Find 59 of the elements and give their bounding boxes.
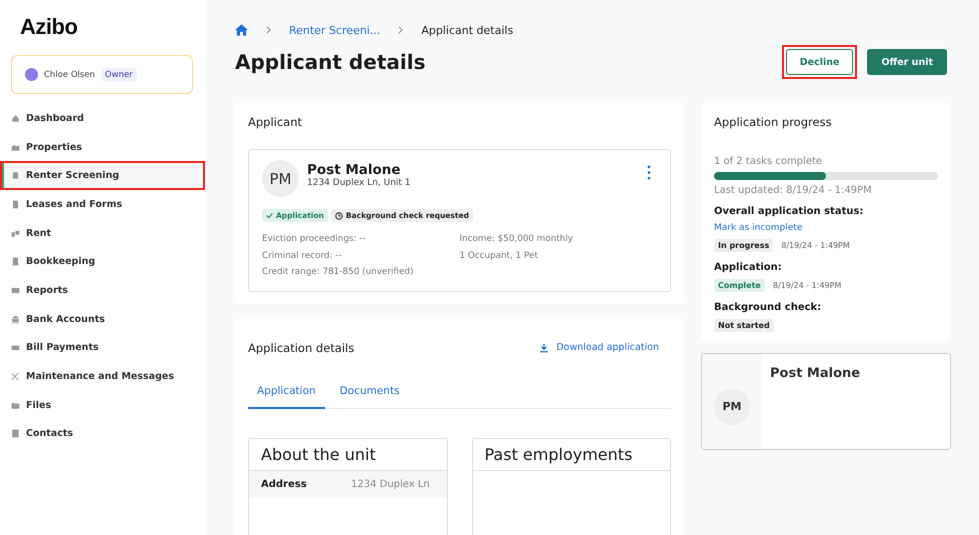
logo: Azibo: [20, 14, 78, 40]
nav-item[interactable]: Bank Accounts: [0, 304, 205, 334]
panel-title: Past employments: [472, 438, 670, 470]
contact-name: Post Malone: [769, 365, 860, 381]
page-title: Applicant details: [235, 50, 426, 74]
mark-incomplete-link[interactable]: Mark as incomplete: [714, 223, 802, 233]
status-badge: Complete: [714, 279, 765, 292]
initials-avatar: PM: [262, 160, 299, 197]
download-link[interactable]: Download application: [539, 342, 659, 353]
timestamp: 8/19/24 - 1:49PM: [772, 281, 842, 290]
card-title: Application details: [248, 340, 354, 354]
nav-item[interactable]: Files: [0, 390, 205, 420]
nav-item[interactable]: Leases and Forms: [0, 190, 205, 219]
status-heading: Overall application status:: [714, 206, 864, 217]
card-title: Application progress: [714, 115, 833, 129]
status-heading: Application:: [714, 262, 783, 273]
applicant-name: Post Malone: [307, 162, 402, 178]
nav-item[interactable]: Renter Screening: [0, 161, 205, 190]
applicant-detail: Credit range: 781-850 (unverified): [262, 266, 414, 279]
home-icon[interactable]: [235, 24, 248, 36]
status-badge: Not started: [714, 319, 774, 332]
nav-item[interactable]: Dashboard: [0, 104, 205, 133]
card-title: Applicant: [248, 115, 304, 129]
decline-button[interactable]: Decline: [786, 49, 854, 75]
timestamp: 8/19/24 - 1:49PM: [781, 241, 850, 250]
breadcrumb-link[interactable]: Renter Screeni...: [289, 24, 380, 36]
download-icon: [539, 342, 550, 352]
chevron-icon: [398, 26, 404, 34]
nav-item[interactable]: Maintenance and Messages: [0, 362, 205, 391]
nav-item[interactable]: Contacts: [0, 420, 205, 448]
nav-item[interactable]: Reports: [0, 276, 205, 305]
applicant-detail: Eviction proceedings: --: [262, 233, 367, 246]
user-name: Chloe Olsen: [44, 70, 95, 80]
applicant-detail: Criminal record: --: [262, 250, 343, 262]
role-badge: Owner: [100, 68, 137, 82]
nav-item[interactable]: Bill Payments: [0, 334, 205, 362]
clock-icon: [334, 212, 343, 220]
breadcrumb-current: Applicant details: [421, 24, 514, 36]
applicant-detail: 1 Occupant, 1 Pet: [460, 250, 539, 262]
status-heading: Background check:: [714, 302, 822, 313]
nav-item[interactable]: Bookkeeping: [0, 247, 205, 276]
check-icon: [266, 212, 273, 219]
applicant-detail: Income: $50,000 monthly: [460, 233, 574, 246]
avatar-icon: [25, 68, 38, 81]
task-count: 1 of 2 tasks complete: [714, 156, 824, 167]
nav-item[interactable]: Properties: [0, 132, 205, 162]
initials-avatar: PM: [714, 388, 750, 424]
more-icon[interactable]: [647, 165, 651, 180]
chevron-icon: [266, 26, 271, 34]
user-card[interactable]: Chloe Olsen Owner: [11, 55, 193, 94]
status-badge: In progress: [714, 239, 774, 252]
field-label: Address: [261, 478, 308, 490]
nav-item[interactable]: Rent: [0, 218, 205, 248]
last-updated: Last updated: 8/19/24 - 1:49PM: [714, 185, 873, 196]
tab[interactable]: Application: [248, 374, 325, 408]
field-value: 1234 Duplex Ln: [351, 478, 430, 490]
tab[interactable]: Documents: [330, 374, 409, 408]
applicant-address: 1234 Duplex Ln, Unit 1: [307, 178, 412, 188]
offer-button[interactable]: Offer unit: [867, 49, 947, 75]
